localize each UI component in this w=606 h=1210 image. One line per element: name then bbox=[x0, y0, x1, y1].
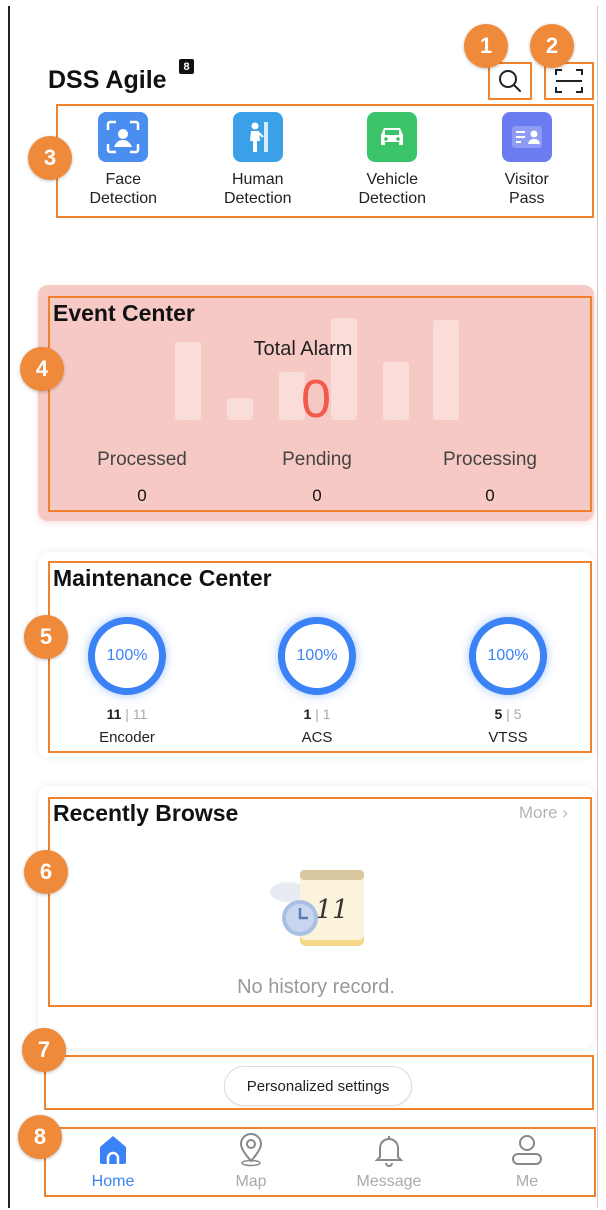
annotation-badge-5: 5 bbox=[24, 615, 68, 659]
app-title: DSS Agile 8 bbox=[48, 59, 194, 95]
annotation-badge-4: 4 bbox=[20, 347, 64, 391]
highlight-box-6 bbox=[48, 797, 592, 1007]
highlight-box-3 bbox=[56, 104, 594, 218]
annotation-badge-3: 3 bbox=[28, 136, 72, 180]
app-version-badge: 8 bbox=[179, 59, 194, 74]
highlight-box-8 bbox=[44, 1127, 596, 1197]
highlight-box-5 bbox=[48, 561, 592, 753]
highlight-box-4 bbox=[48, 296, 592, 512]
annotation-badge-6: 6 bbox=[24, 850, 68, 894]
annotation-badge-2: 2 bbox=[530, 24, 574, 68]
annotation-badge-8: 8 bbox=[18, 1115, 62, 1159]
highlight-box-7 bbox=[44, 1055, 594, 1110]
annotation-badge-1: 1 bbox=[464, 24, 508, 68]
app-title-text: DSS Agile bbox=[48, 66, 167, 94]
highlight-box-1 bbox=[488, 62, 532, 100]
annotation-badge-7: 7 bbox=[22, 1028, 66, 1072]
